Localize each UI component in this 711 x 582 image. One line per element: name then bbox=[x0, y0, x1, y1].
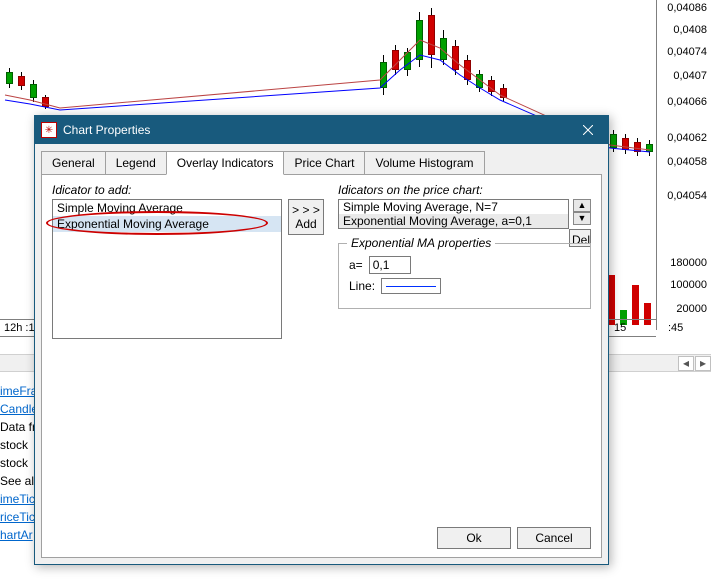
link-timetick[interactable]: imeTic bbox=[0, 492, 36, 506]
volume-tick: 180000 bbox=[670, 257, 707, 269]
price-tick: 0,04086 bbox=[667, 2, 707, 14]
tabstrip: General Legend Overlay Indicators Price … bbox=[35, 144, 608, 174]
add-label: Add bbox=[291, 217, 321, 231]
tab-volume-histogram[interactable]: Volume Histogram bbox=[364, 151, 484, 175]
tab-overlay-indicators[interactable]: Overlay Indicators bbox=[166, 151, 285, 175]
close-icon bbox=[583, 125, 593, 135]
indicator-to-add-section: Idicator to add: Simple Moving Average E… bbox=[52, 183, 282, 339]
a-input[interactable] bbox=[369, 256, 411, 274]
volume-tick: 20000 bbox=[676, 303, 707, 315]
link-candle[interactable]: Candle bbox=[0, 402, 36, 416]
chevron-right-icon: > > > bbox=[291, 203, 321, 217]
list-item[interactable]: Exponential Moving Average, a=0,1 bbox=[339, 214, 568, 228]
link-pricetick[interactable]: riceTic bbox=[0, 510, 36, 524]
indicators-on-chart-list[interactable]: Simple Moving Average, N=7 Exponential M… bbox=[338, 199, 569, 229]
price-tick: 0,0407 bbox=[673, 70, 707, 82]
tab-legend[interactable]: Legend bbox=[105, 151, 167, 175]
price-tick: 0,04058 bbox=[667, 156, 707, 168]
list-item[interactable]: Simple Moving Average, N=7 bbox=[339, 200, 568, 214]
indicator-to-add-label: Idicator to add: bbox=[52, 183, 282, 197]
exponential-ma-properties: Exponential MA properties a= Line: bbox=[338, 243, 591, 309]
text-see-also: See al bbox=[0, 474, 36, 488]
tab-general[interactable]: General bbox=[41, 151, 106, 175]
move-down-button[interactable]: ▼ bbox=[573, 212, 591, 225]
text-data: Data fr bbox=[0, 420, 36, 434]
price-tick: 0,0408 bbox=[673, 24, 707, 36]
price-tick: 0,04062 bbox=[667, 132, 707, 144]
dialog-title: Chart Properties bbox=[63, 123, 568, 137]
scroll-left-icon[interactable]: ◂ bbox=[678, 356, 694, 371]
list-item[interactable]: Exponential Moving Average bbox=[53, 216, 281, 232]
add-indicator-button[interactable]: > > > Add bbox=[288, 199, 324, 235]
tab-panel-overlay: Idicator to add: Simple Moving Average E… bbox=[41, 174, 602, 558]
move-up-button[interactable]: ▲ bbox=[573, 199, 591, 212]
cancel-button[interactable]: Cancel bbox=[517, 527, 591, 549]
indicators-on-chart-label: Idicators on the price chart: bbox=[338, 183, 591, 197]
tab-price-chart[interactable]: Price Chart bbox=[283, 151, 365, 175]
indicator-to-add-list[interactable]: Simple Moving Average Exponential Moving… bbox=[52, 199, 282, 339]
price-tick: 0,04074 bbox=[667, 46, 707, 58]
close-button[interactable] bbox=[568, 116, 608, 144]
text-stock: stock bbox=[0, 438, 36, 452]
reorder-spinner: ▲ ▼ bbox=[573, 199, 591, 225]
time-tick: :45 bbox=[668, 322, 683, 334]
indicators-on-chart-section: Idicators on the price chart: Simple Mov… bbox=[338, 183, 591, 309]
link-chartarea[interactable]: hartAr bbox=[0, 528, 36, 542]
chart-properties-dialog: ✳ Chart Properties General Legend Overla… bbox=[34, 115, 609, 565]
ok-button[interactable]: Ok bbox=[437, 527, 511, 549]
dialog-buttons: Ok Cancel bbox=[437, 527, 591, 549]
time-tick: 12h :1 bbox=[4, 322, 35, 334]
volume-bar bbox=[608, 275, 615, 325]
app-icon: ✳ bbox=[41, 122, 57, 138]
line-label: Line: bbox=[349, 279, 375, 293]
link-timeframe[interactable]: imeFra bbox=[0, 384, 36, 398]
time-tick: 15 bbox=[614, 322, 626, 334]
list-item[interactable]: Simple Moving Average bbox=[53, 200, 281, 216]
price-tick: 0,04066 bbox=[667, 96, 707, 108]
text-stock2: stock bbox=[0, 456, 36, 470]
price-tick: 0,04054 bbox=[667, 190, 707, 202]
add-button-column: > > > Add bbox=[288, 199, 324, 235]
scroll-right-icon[interactable]: ▸ bbox=[695, 356, 711, 371]
volume-axis: 180000 100000 20000 bbox=[656, 255, 711, 330]
a-label: a= bbox=[349, 258, 363, 272]
left-clipped-text: imeFra Candle Data fr stock stock See al… bbox=[0, 380, 36, 546]
fieldset-legend: Exponential MA properties bbox=[347, 236, 495, 250]
dialog-titlebar[interactable]: ✳ Chart Properties bbox=[35, 116, 608, 144]
volume-tick: 100000 bbox=[670, 279, 707, 291]
line-style-picker[interactable] bbox=[381, 278, 441, 294]
